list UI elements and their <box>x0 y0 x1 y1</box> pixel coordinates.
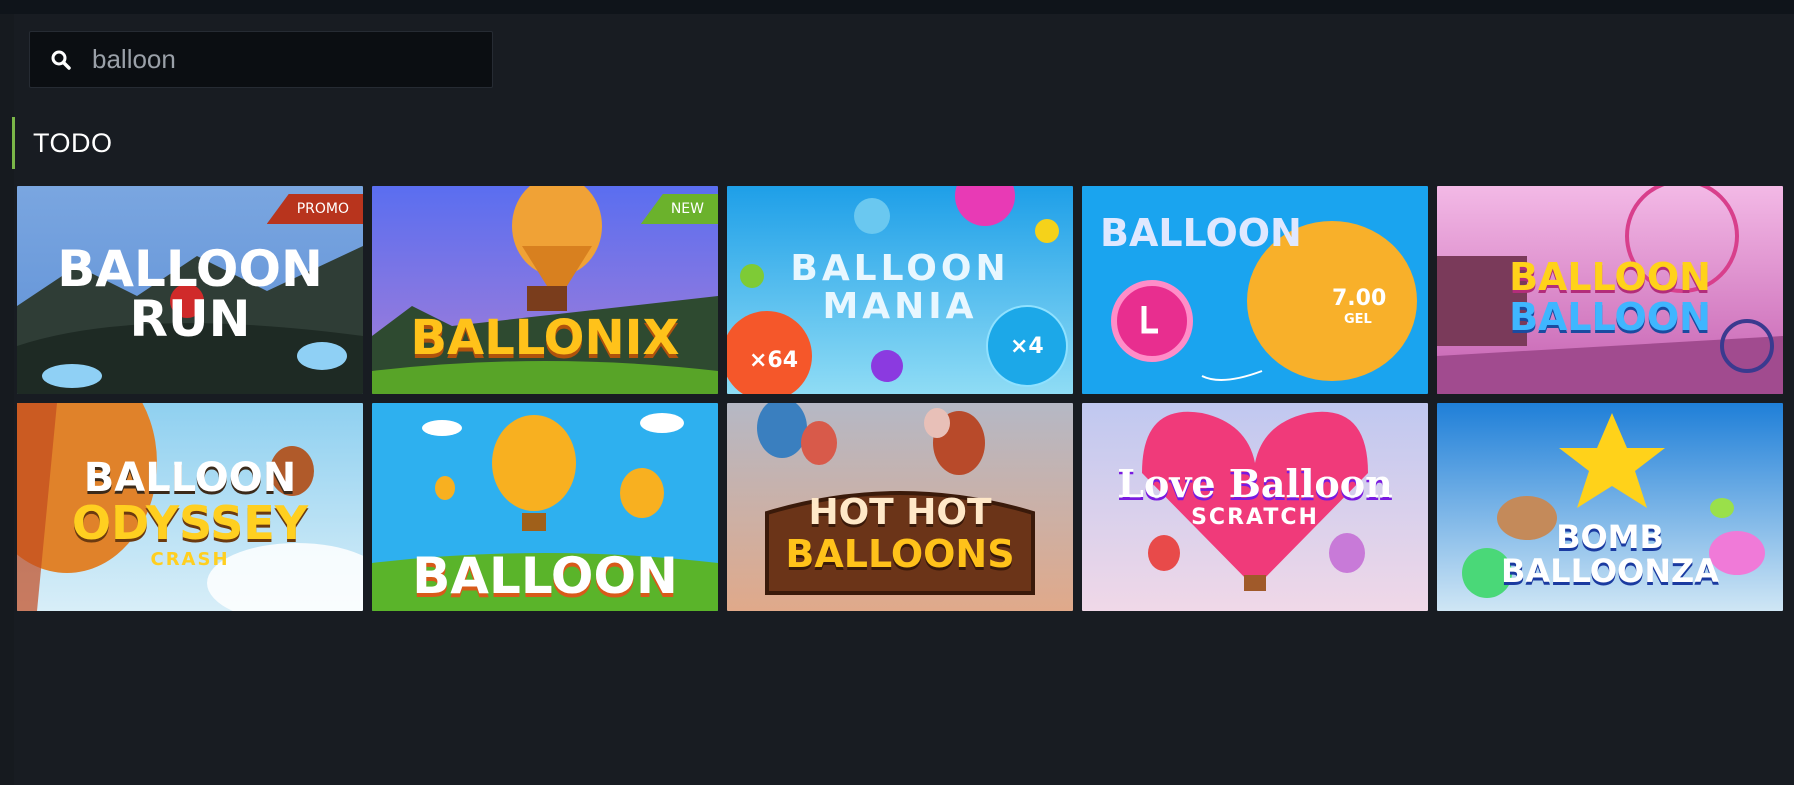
games-grid: BALLOON RUN PROMO BALLONIX NEW BALLOON M… <box>17 186 1783 611</box>
balloon-currency: GEL <box>1344 312 1372 327</box>
game-logo-line1: BALLOON <box>1509 255 1711 299</box>
game-logo-line2: BALLOONS <box>785 532 1015 576</box>
game-tile-balloon-mania[interactable]: BALLOON MANIA ×64 ×4 <box>727 186 1073 394</box>
game-tile-love-balloon[interactable]: Love Balloon SCRATCH <box>1082 403 1428 611</box>
game-logo: BALLOON <box>412 547 678 605</box>
search-icon <box>51 50 71 70</box>
game-logo-line1: Love Balloon <box>1117 461 1393 506</box>
game-logo-line1: BALLOON <box>57 240 323 298</box>
top-bar <box>0 0 1794 14</box>
multiplier-label: ×4 <box>1010 334 1044 359</box>
game-logo-line2: SCRATCH <box>1191 505 1319 530</box>
game-tile-hot-hot-balloons[interactable]: HOT HOT BALLOONS <box>727 403 1073 611</box>
game-logo-line1: BALLOON <box>83 455 297 501</box>
multiplier-label: ×64 <box>749 348 799 373</box>
search-input[interactable] <box>92 44 472 75</box>
game-tile-balloon-odyssey[interactable]: BALLOON ODYSSEY CRASH <box>17 403 363 611</box>
game-logo: BALLONIX <box>410 310 680 366</box>
section-title: TODO <box>33 128 113 158</box>
game-tile-balloon-classic[interactable]: BALLOON <box>372 403 718 611</box>
game-logo-line1: BALLOON <box>790 248 1010 289</box>
game-logo: BALLOON <box>1100 211 1302 255</box>
section-accent-bar <box>12 117 15 169</box>
balloon-amount: 7.00 <box>1332 286 1387 311</box>
search-box[interactable] <box>29 31 493 88</box>
game-logo-line3: CRASH <box>150 549 230 570</box>
game-logo-line2: ODYSSEY <box>71 496 309 550</box>
game-tile-balloon[interactable]: BALLOON 7.00 GEL <box>1082 186 1428 394</box>
game-logo-line2: MANIA <box>822 286 978 327</box>
game-tile-bomb-balloonza[interactable]: BOMB BALLOONZA <box>1437 403 1783 611</box>
game-tile-balloon-balloon[interactable]: BALLOON BALLOON <box>1437 186 1783 394</box>
game-logo-line2: BALLOON <box>1509 295 1711 339</box>
game-logo-line2: RUN <box>129 290 251 348</box>
game-logo-line1: HOT HOT <box>808 492 992 533</box>
game-logo-line1: BOMB <box>1556 518 1664 556</box>
game-logo-line2: BALLOONZA <box>1501 552 1719 590</box>
game-tile-balloon-run[interactable]: BALLOON RUN PROMO <box>17 186 363 394</box>
game-tile-ballonix[interactable]: BALLONIX NEW <box>372 186 718 394</box>
